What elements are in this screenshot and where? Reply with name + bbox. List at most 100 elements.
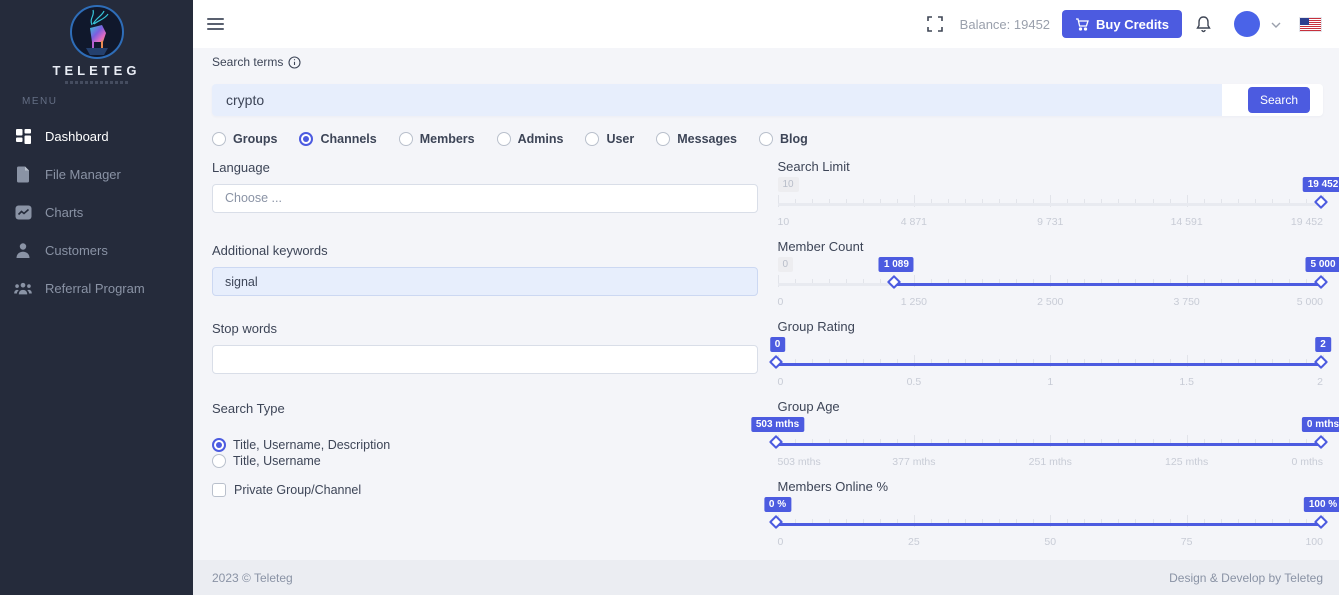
- axis-label: 125 mths: [1165, 456, 1208, 468]
- slider-handle[interactable]: [1314, 195, 1328, 209]
- chevron-down-icon[interactable]: [1271, 15, 1281, 33]
- private-group-checkbox[interactable]: [212, 483, 226, 497]
- axis-label: 14 591: [1171, 216, 1203, 228]
- language-select[interactable]: Choose ...: [212, 184, 758, 213]
- axis-label: 251 mths: [1029, 456, 1072, 468]
- keywords-input[interactable]: [212, 267, 758, 296]
- slider-axis: 00.511.52: [778, 375, 1324, 388]
- balance-text: Balance: 19452: [960, 17, 1050, 32]
- slider-tooltips: 503 mths0 mths: [778, 417, 1324, 432]
- user-avatar[interactable]: [1234, 11, 1260, 37]
- axis-label: 503 mths: [778, 456, 821, 468]
- stopwords-label: Stop words: [212, 321, 758, 336]
- axis-label: 1.5: [1179, 376, 1194, 388]
- sidebar-item-customers[interactable]: Customers: [0, 231, 193, 269]
- app-window: TELETEG MENU DashboardFile ManagerCharts…: [0, 0, 1339, 595]
- slider-handle[interactable]: [1314, 515, 1328, 529]
- axis-label: 0.5: [907, 376, 922, 388]
- category-label: Members: [420, 132, 475, 146]
- radio-icon[interactable]: [212, 454, 226, 468]
- search-input[interactable]: [212, 84, 1222, 116]
- fullscreen-icon[interactable]: [927, 16, 943, 32]
- sidebar-item-label: File Manager: [45, 167, 121, 182]
- radio-icon[interactable]: [399, 132, 413, 146]
- sidebar-item-dashboard[interactable]: Dashboard: [0, 117, 193, 155]
- footer: 2023 © Teleteg Design & Develop by Telet…: [193, 560, 1339, 595]
- sidebar-item-file-manager[interactable]: File Manager: [0, 155, 193, 193]
- search-button[interactable]: Search: [1248, 87, 1310, 113]
- notifications-bell-icon[interactable]: [1195, 15, 1212, 33]
- slider-rail[interactable]: [778, 203, 1324, 206]
- slider-value-tooltip: 0 %: [764, 497, 791, 512]
- brand-tagline: [65, 81, 129, 84]
- search-type-radio-title-username[interactable]: Title, Username: [212, 454, 758, 468]
- category-label: Blog: [780, 132, 808, 146]
- category-radio-members[interactable]: Members: [399, 132, 475, 146]
- slider-group-age: Group Age503 mths0 mths503 mths377 mths2…: [778, 400, 1324, 480]
- slider-tooltips: 0 %100 %: [778, 497, 1324, 512]
- axis-label: 377 mths: [892, 456, 935, 468]
- slider-value-tooltip: 19 452: [1303, 177, 1339, 192]
- slider-value-tooltip: 0: [770, 337, 786, 352]
- brand-logo[interactable]: TELETEG: [0, 0, 193, 84]
- sidebar-menu: Dashboard File Manager ChartsCustomers Refe…: [0, 117, 193, 307]
- slider-fill: [778, 443, 1324, 446]
- radio-icon[interactable]: [497, 132, 511, 146]
- stopwords-input[interactable]: [212, 345, 758, 374]
- referral-icon: [14, 279, 32, 297]
- slider-fill: [896, 283, 1323, 286]
- language-flag-icon[interactable]: [1300, 18, 1321, 31]
- category-radio-channels[interactable]: Channels: [299, 132, 376, 146]
- cart-icon: [1075, 18, 1089, 31]
- search-type-radio-group: Title, Username, Description Title, Usern…: [212, 438, 758, 468]
- axis-label: 2 500: [1037, 296, 1063, 308]
- slider-handle[interactable]: [887, 275, 901, 289]
- slider-value-tooltip: 0 mths: [1302, 417, 1339, 432]
- search-type-radio-title-username-description[interactable]: Title, Username, Description: [212, 438, 758, 452]
- slider-min-label: 0: [778, 257, 794, 272]
- private-group-checkbox-row[interactable]: Private Group/Channel: [212, 483, 758, 497]
- sidebar-item-label: Referral Program: [45, 281, 145, 296]
- filters-left-column: Language Choose ... Additional keywords …: [212, 160, 758, 560]
- slider-tooltips: 1019 452: [778, 177, 1324, 192]
- slider-handle[interactable]: [768, 515, 782, 529]
- slider-value-tooltip: 503 mths: [751, 417, 804, 432]
- radio-icon[interactable]: [299, 132, 313, 146]
- slider-tooltips: 01 0895 000: [778, 257, 1324, 272]
- file-icon: [14, 165, 32, 183]
- slider-tooltips: 02: [778, 337, 1324, 352]
- category-label: Messages: [677, 132, 737, 146]
- axis-label: 10: [778, 216, 790, 228]
- axis-label: 0: [778, 296, 784, 308]
- category-label: Groups: [233, 132, 277, 146]
- category-radio-messages[interactable]: Messages: [656, 132, 737, 146]
- radio-icon[interactable]: [759, 132, 773, 146]
- slider-handle[interactable]: [768, 355, 782, 369]
- slider-handle[interactable]: [768, 435, 782, 449]
- radio-icon[interactable]: [212, 438, 226, 452]
- dashboard-icon: [14, 127, 32, 145]
- category-radio-user[interactable]: User: [585, 132, 634, 146]
- customers-icon: [14, 241, 32, 259]
- radio-icon[interactable]: [656, 132, 670, 146]
- radio-icon[interactable]: [585, 132, 599, 146]
- slider-handle[interactable]: [1314, 355, 1328, 369]
- slider-handle[interactable]: [1314, 435, 1328, 449]
- info-icon[interactable]: [288, 56, 301, 69]
- buy-credits-button[interactable]: Buy Credits: [1062, 10, 1182, 38]
- axis-label: 0: [778, 536, 784, 548]
- slider-handle[interactable]: [1314, 275, 1328, 289]
- axis-label: 5 000: [1297, 296, 1323, 308]
- slider-track: [778, 433, 1324, 455]
- buy-credits-label: Buy Credits: [1096, 17, 1169, 32]
- category-radio-groups[interactable]: Groups: [212, 132, 277, 146]
- category-radio-admins[interactable]: Admins: [497, 132, 564, 146]
- sidebar-item-referral-program[interactable]: Referral Program: [0, 269, 193, 307]
- radio-icon[interactable]: [212, 132, 226, 146]
- axis-label: 1 250: [901, 296, 927, 308]
- slider-axis: 503 mths377 mths251 mths125 mths0 mths: [778, 455, 1324, 468]
- hamburger-menu-icon[interactable]: [207, 15, 224, 33]
- sidebar-item-charts[interactable]: Charts: [0, 193, 193, 231]
- brand-name: TELETEG: [0, 63, 193, 78]
- category-radio-blog[interactable]: Blog: [759, 132, 808, 146]
